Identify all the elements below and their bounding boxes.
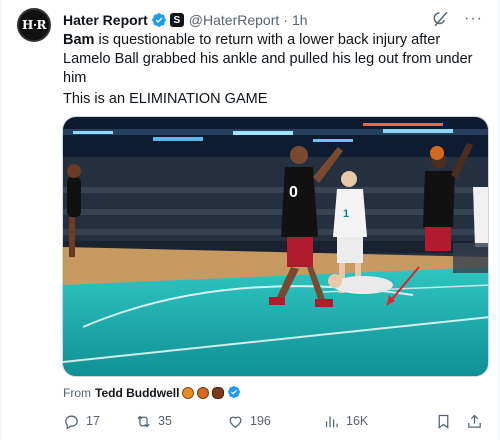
share-icon <box>468 414 481 428</box>
timestamp[interactable]: 1h <box>292 12 308 28</box>
svg-text:0: 0 <box>289 184 298 201</box>
svg-text:1: 1 <box>343 208 349 220</box>
more-options-icon[interactable]: ··· <box>464 11 483 27</box>
tweet-bold-name[interactable]: Bam <box>63 32 94 48</box>
avatar-text: H·R <box>22 18 47 32</box>
header-actions: ··· <box>432 10 483 28</box>
tweet-actions: 17 35 196 16K <box>63 411 483 431</box>
reply-count: 17 <box>86 414 100 428</box>
verified-badge-icon <box>227 385 243 401</box>
display-name[interactable]: Hater Report <box>63 12 148 28</box>
repost-button[interactable]: 35 <box>135 413 227 430</box>
verified-badge-icon <box>151 12 167 28</box>
like-button[interactable]: 196 <box>227 413 323 430</box>
like-count: 196 <box>250 414 271 428</box>
tweet-text-line2: This is an ELIMINATION GAME <box>63 91 268 107</box>
avatar[interactable]: H·R <box>17 8 51 42</box>
bookmark-button[interactable] <box>435 413 452 430</box>
affiliate-badge-icon: S <box>169 13 184 27</box>
tweet-body: is questionable to return with a lower b… <box>63 32 473 86</box>
grok-icon[interactable] <box>432 10 450 28</box>
repost-icon <box>137 415 150 427</box>
handle[interactable]: @HaterReport <box>189 12 279 28</box>
attribution-prefix: From <box>63 386 91 400</box>
reply-icon <box>65 415 78 429</box>
views-button[interactable]: 16K <box>323 413 427 430</box>
basketball-emoji-icon <box>197 387 210 399</box>
football-emoji-icon <box>212 387 225 399</box>
video-attribution: From Tedd Buddwell <box>63 384 243 402</box>
tweet-header: Hater Report S @HaterReport · 1h ··· <box>63 10 483 30</box>
reply-button[interactable]: 17 <box>63 413 135 430</box>
view-count: 16K <box>346 414 369 428</box>
share-button[interactable] <box>466 413 483 430</box>
like-icon <box>229 416 242 428</box>
basketball-emoji-icon <box>182 387 195 399</box>
video-media[interactable]: 0 1 <box>62 116 489 377</box>
separator-dot: · <box>283 12 288 28</box>
repost-count: 35 <box>158 414 172 428</box>
bookmark-icon <box>438 414 449 429</box>
views-icon <box>325 416 338 427</box>
tweet-text: Bam is questionable to return with a low… <box>63 31 483 88</box>
tweet-post[interactable]: H·R Hater Report S @HaterReport · 1h ···… <box>0 0 500 440</box>
attribution-name[interactable]: Tedd Buddwell <box>95 386 179 400</box>
